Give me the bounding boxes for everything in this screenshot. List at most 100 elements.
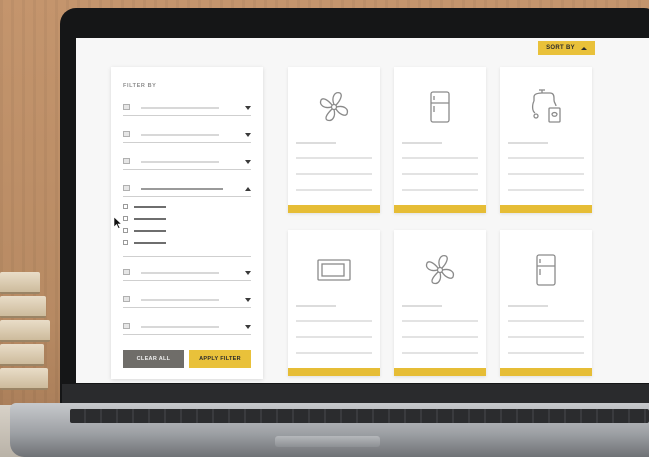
product-card[interactable] bbox=[288, 67, 380, 213]
filter-option-checkbox[interactable] bbox=[123, 203, 183, 211]
filter-row[interactable] bbox=[123, 266, 251, 281]
checkbox[interactable] bbox=[123, 228, 128, 233]
product-text-placeholder bbox=[296, 173, 372, 175]
filter-option-checkbox[interactable] bbox=[123, 227, 183, 235]
mouse-cursor-icon bbox=[114, 217, 122, 229]
product-text-placeholder bbox=[508, 189, 584, 191]
product-card[interactable] bbox=[288, 230, 380, 376]
book bbox=[0, 344, 44, 366]
checkbox[interactable] bbox=[123, 240, 128, 245]
card-footer-bar[interactable] bbox=[394, 205, 486, 213]
book bbox=[0, 320, 50, 342]
product-text-placeholder bbox=[402, 189, 478, 191]
chevron-down-icon[interactable] bbox=[245, 298, 251, 302]
filter-row[interactable] bbox=[123, 155, 251, 170]
product-text-placeholder bbox=[402, 320, 478, 322]
product-text-placeholder bbox=[296, 157, 372, 159]
app-screen: SORT BY FILTER BY CLEAR ALL APPLY FILTER bbox=[76, 38, 649, 383]
book bbox=[0, 296, 46, 318]
divider bbox=[123, 256, 251, 257]
product-text-placeholder bbox=[296, 336, 372, 338]
filter-row-label bbox=[141, 188, 223, 190]
expanded-section-divider bbox=[123, 248, 251, 257]
filter-row-label bbox=[141, 161, 219, 163]
faucet-icon bbox=[531, 89, 561, 123]
clear-all-button[interactable]: CLEAR ALL bbox=[123, 350, 184, 368]
sort-by-label: SORT BY bbox=[546, 45, 575, 51]
option-label bbox=[134, 206, 166, 208]
product-card[interactable] bbox=[500, 230, 592, 376]
filter-category-icon bbox=[123, 185, 130, 191]
filter-category-icon bbox=[123, 158, 130, 164]
filter-row-label bbox=[141, 326, 219, 328]
divider bbox=[123, 169, 251, 170]
chevron-down-icon[interactable] bbox=[245, 325, 251, 329]
filter-row[interactable] bbox=[123, 293, 251, 308]
filter-panel: FILTER BY CLEAR ALL APPLY FILTER bbox=[111, 67, 263, 379]
option-label bbox=[134, 230, 166, 232]
product-text-placeholder bbox=[508, 157, 584, 159]
product-text-placeholder bbox=[508, 320, 584, 322]
product-text-placeholder bbox=[508, 173, 584, 175]
checkbox[interactable] bbox=[123, 216, 128, 221]
refrigerator-icon bbox=[536, 254, 556, 286]
refrigerator-icon bbox=[430, 91, 450, 123]
filter-row-label bbox=[141, 107, 219, 109]
product-card[interactable] bbox=[500, 67, 592, 213]
card-footer-bar[interactable] bbox=[500, 205, 592, 213]
option-label bbox=[134, 242, 166, 244]
product-text-placeholder bbox=[402, 352, 478, 354]
product-text-placeholder bbox=[402, 173, 478, 175]
filter-option-checkbox[interactable] bbox=[123, 239, 183, 247]
book bbox=[0, 272, 40, 294]
chevron-down-icon[interactable] bbox=[245, 271, 251, 275]
product-text-placeholder bbox=[508, 336, 584, 338]
chevron-down-icon[interactable] bbox=[245, 160, 251, 164]
chevron-down-icon[interactable] bbox=[245, 133, 251, 137]
card-footer-bar[interactable] bbox=[394, 368, 486, 376]
filter-row-expanded[interactable] bbox=[123, 182, 251, 197]
option-label bbox=[134, 218, 166, 220]
apply-filter-button[interactable]: APPLY FILTER bbox=[189, 350, 251, 368]
filter-category-icon bbox=[123, 131, 130, 137]
divider bbox=[123, 115, 251, 116]
chevron-down-icon[interactable] bbox=[245, 106, 251, 110]
product-text-placeholder bbox=[402, 336, 478, 338]
filter-row[interactable] bbox=[123, 320, 251, 335]
product-title-placeholder bbox=[508, 305, 548, 307]
filter-row[interactable] bbox=[123, 128, 251, 143]
fan-icon bbox=[425, 254, 455, 285]
divider bbox=[123, 142, 251, 143]
product-text-placeholder bbox=[296, 352, 372, 354]
product-text-placeholder bbox=[296, 320, 372, 322]
card-footer-bar[interactable] bbox=[288, 368, 380, 376]
checkbox[interactable] bbox=[123, 204, 128, 209]
product-card[interactable] bbox=[394, 67, 486, 213]
product-title-placeholder bbox=[296, 142, 336, 144]
filter-category-icon bbox=[123, 323, 130, 329]
book-stack bbox=[0, 272, 58, 412]
filter-category-icon bbox=[123, 296, 130, 302]
product-title-placeholder bbox=[402, 305, 442, 307]
filter-category-icon bbox=[123, 104, 130, 110]
sort-by-button[interactable]: SORT BY bbox=[538, 41, 595, 55]
filter-category-icon bbox=[123, 269, 130, 275]
product-text-placeholder bbox=[508, 352, 584, 354]
chevron-up-icon[interactable] bbox=[245, 187, 251, 191]
book bbox=[0, 368, 48, 390]
product-text-placeholder bbox=[402, 157, 478, 159]
laptop-chin bbox=[62, 384, 649, 404]
filter-title: FILTER BY bbox=[123, 83, 157, 89]
card-footer-bar[interactable] bbox=[500, 368, 592, 376]
filter-row-label bbox=[141, 272, 219, 274]
filter-row[interactable] bbox=[123, 101, 251, 116]
filter-row-label bbox=[141, 299, 219, 301]
divider bbox=[123, 307, 251, 308]
card-footer-bar[interactable] bbox=[288, 205, 380, 213]
product-card[interactable] bbox=[394, 230, 486, 376]
product-title-placeholder bbox=[296, 305, 336, 307]
divider bbox=[123, 196, 251, 197]
filter-option-checkbox[interactable] bbox=[123, 215, 183, 223]
filter-row-label bbox=[141, 134, 219, 136]
product-text-placeholder bbox=[296, 189, 372, 191]
